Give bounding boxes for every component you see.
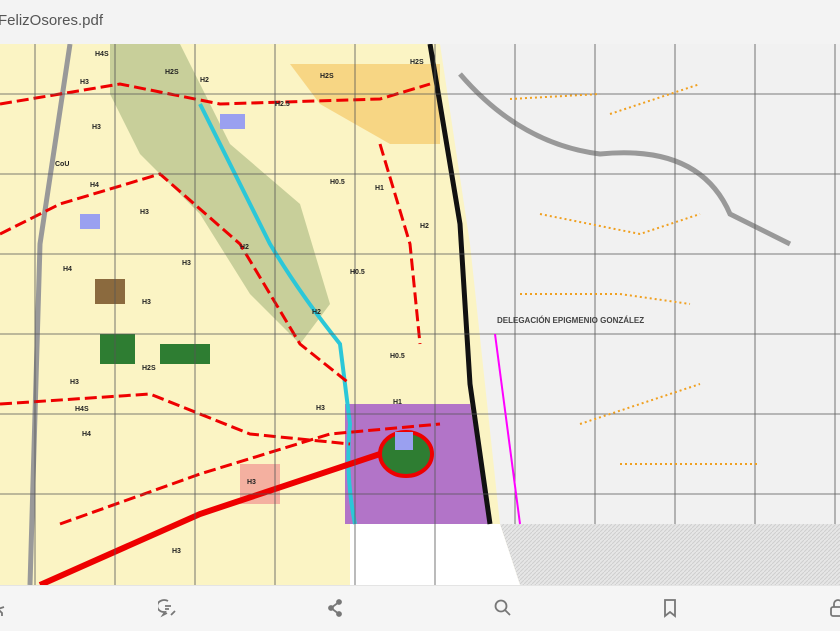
blue-block [220,114,245,129]
svg-text:H2S: H2S [142,365,156,372]
svg-text:CoU: CoU [55,161,69,168]
svg-text:H3: H3 [92,124,101,131]
blue-block [80,214,100,229]
document-title: FelizOsores.pdf [0,12,104,29]
search-button[interactable] [491,596,515,620]
svg-text:H4: H4 [90,182,99,189]
bottom-toolbar [0,585,840,631]
svg-text:H3: H3 [182,260,191,267]
svg-text:H3: H3 [316,405,325,412]
edit-button[interactable] [0,596,16,620]
edit-icon [0,606,5,616]
land-use-map: DELEGACIÓN EPIGMENIO GONZÁLEZ H4S H3 H2S… [0,44,840,585]
svg-text:H0.5: H0.5 [350,269,365,276]
svg-text:H4S: H4S [95,51,109,58]
svg-text:H4: H4 [63,266,72,273]
svg-text:H3: H3 [247,479,256,486]
svg-text:H2S: H2S [165,69,179,76]
svg-text:H2S: H2S [320,73,334,80]
green-block [100,334,135,364]
comment-icon [158,599,176,618]
park-building [395,432,413,450]
green-block [160,344,210,364]
share-icon [328,599,342,617]
brown-block [95,279,125,304]
svg-text:H2: H2 [240,244,249,251]
search-icon [494,599,511,616]
bookmark-button[interactable] [658,596,682,620]
lock-button[interactable] [826,596,840,620]
svg-text:H3: H3 [70,379,79,386]
bookmark-icon [664,599,676,618]
app-header: FelizOsores.pdf [0,0,840,44]
svg-text:H2S: H2S [410,59,424,66]
svg-text:H2: H2 [420,223,429,230]
svg-text:H4S: H4S [75,406,89,413]
pdf-page-map[interactable]: DELEGACIÓN EPIGMENIO GONZÁLEZ H4S H3 H2S… [0,44,840,585]
comment-button[interactable] [156,596,180,620]
svg-text:H2: H2 [200,77,209,84]
svg-text:H3: H3 [80,79,89,86]
lock-icon [830,599,840,617]
svg-text:H3: H3 [142,299,151,306]
svg-text:H2.5: H2.5 [275,101,290,108]
svg-text:H3: H3 [140,209,149,216]
svg-text:H4: H4 [82,431,91,438]
svg-text:H0.5: H0.5 [330,179,345,186]
svg-text:H1: H1 [375,185,384,192]
delegation-label: DELEGACIÓN EPIGMENIO GONZÁLEZ [497,316,644,325]
svg-text:H0.5: H0.5 [390,353,405,360]
share-button[interactable] [323,596,347,620]
svg-text:H2: H2 [312,309,321,316]
svg-text:H3: H3 [172,548,181,555]
svg-text:H1: H1 [393,399,402,406]
